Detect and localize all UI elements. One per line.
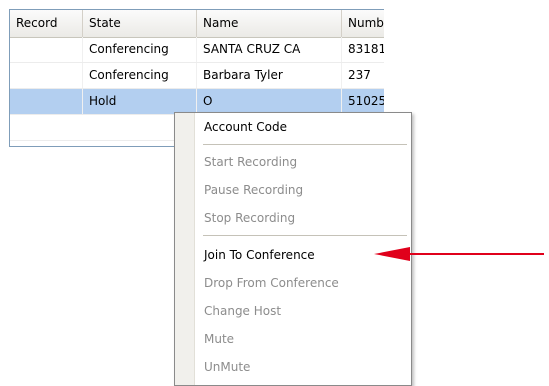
menu-icon-gutter bbox=[175, 113, 195, 385]
menu-separator bbox=[203, 144, 407, 145]
menu-item-start-recording[interactable]: Start Recording bbox=[204, 151, 297, 173]
name-cell: SANTA CRUZ CA bbox=[197, 37, 342, 62]
grid-header: Record State Name Number bbox=[10, 10, 384, 38]
name-cell: Barbara Tyler bbox=[197, 63, 342, 88]
menu-item-account-code[interactable]: Account Code bbox=[204, 116, 287, 138]
column-header-state[interactable]: State bbox=[83, 10, 197, 37]
menu-separator bbox=[203, 235, 407, 236]
menu-item-join-to-conference[interactable]: Join To Conference bbox=[204, 244, 315, 266]
menu-item-stop-recording[interactable]: Stop Recording bbox=[204, 207, 295, 229]
state-cell: Conferencing bbox=[83, 37, 197, 62]
menu-item-pause-recording[interactable]: Pause Recording bbox=[204, 179, 303, 201]
menu-item-change-host[interactable]: Change Host bbox=[204, 300, 281, 322]
column-header-name[interactable]: Name bbox=[197, 10, 342, 37]
state-cell: Conferencing bbox=[83, 63, 197, 88]
annotation-arrow-icon bbox=[374, 247, 544, 261]
number-cell: 237 bbox=[342, 63, 384, 88]
record-cell bbox=[10, 63, 83, 88]
column-header-record[interactable]: Record bbox=[10, 10, 83, 37]
call-row[interactable]: Conferencing Barbara Tyler 237 bbox=[10, 63, 384, 89]
record-cell bbox=[10, 89, 83, 114]
menu-item-mute[interactable]: Mute bbox=[204, 328, 234, 350]
record-cell bbox=[10, 37, 83, 62]
call-row[interactable]: Conferencing SANTA CRUZ CA 83181882 bbox=[10, 37, 384, 63]
state-cell: Hold bbox=[83, 89, 197, 114]
number-cell: 51025263 bbox=[342, 89, 384, 114]
menu-item-unmute[interactable]: UnMute bbox=[204, 356, 250, 378]
name-cell: O bbox=[197, 89, 342, 114]
menu-item-drop-from-conference[interactable]: Drop From Conference bbox=[204, 272, 339, 294]
column-header-number[interactable]: Number bbox=[342, 10, 384, 37]
number-cell: 83181882 bbox=[342, 37, 384, 62]
